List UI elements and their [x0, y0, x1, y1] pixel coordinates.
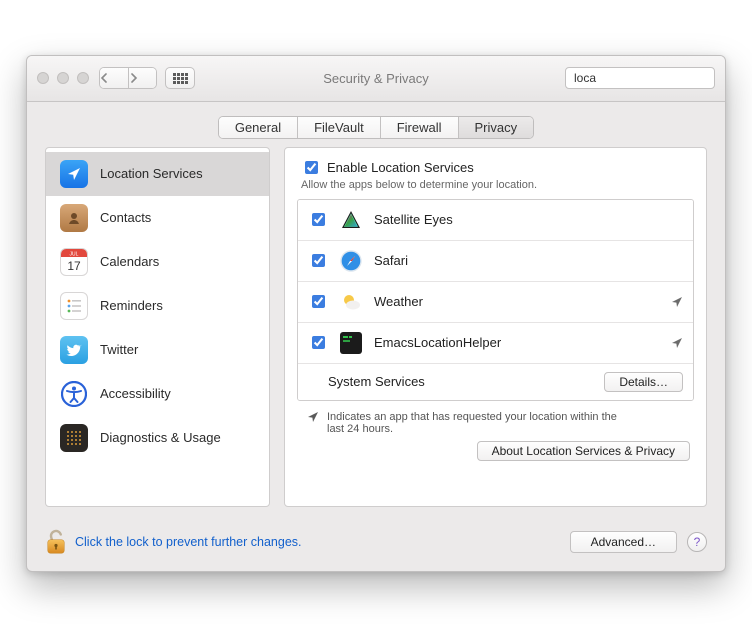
recent-location-hint: Indicates an app that has requested your… — [297, 401, 694, 441]
weather-icon — [338, 289, 364, 315]
nav-back-forward — [99, 67, 157, 89]
location-icon — [60, 160, 88, 188]
back-button[interactable] — [100, 68, 128, 88]
sidebar-item-label: Contacts — [100, 210, 151, 225]
tab-filevault[interactable]: FileVault — [297, 117, 380, 138]
satellite-eyes-icon — [338, 207, 364, 233]
sidebar-item-accessibility[interactable]: Accessibility — [46, 372, 269, 416]
system-services-row: System Services Details… — [298, 364, 693, 400]
sidebar-item-label: Diagnostics & Usage — [100, 430, 221, 445]
tabs-row: General FileVault Firewall Privacy — [27, 102, 725, 147]
sidebar-item-contacts[interactable]: Contacts — [46, 196, 269, 240]
content: Location Services Contacts JUL 17 Calenda… — [27, 147, 725, 519]
lock-text: Click the lock to prevent further change… — [75, 535, 302, 549]
grid-icon — [173, 73, 188, 84]
sidebar-item-location-services[interactable]: Location Services — [46, 152, 269, 196]
location-services-pane: Enable Location Services Allow the apps … — [284, 147, 707, 507]
diagnostics-icon — [60, 424, 88, 452]
forward-button[interactable] — [128, 68, 156, 88]
sidebar-item-label: Calendars — [100, 254, 159, 269]
enable-location-subtext: Allow the apps below to determine your l… — [301, 179, 694, 191]
safari-icon — [338, 248, 364, 274]
system-services-label: System Services — [308, 374, 425, 389]
enable-location-label: Enable Location Services — [327, 160, 474, 175]
hint-text: Indicates an app that has requested your… — [327, 411, 627, 435]
search-input[interactable] — [572, 70, 726, 86]
about-location-button[interactable]: About Location Services & Privacy — [477, 441, 690, 461]
recent-location-indicator-icon — [671, 296, 683, 308]
preferences-window: Security & Privacy General FileVault Fir… — [26, 55, 726, 572]
lock-open-icon — [45, 529, 67, 555]
app-checkbox[interactable] — [312, 295, 325, 308]
app-checkbox[interactable] — [312, 213, 325, 226]
svg-text:17: 17 — [67, 259, 81, 273]
footer: Click the lock to prevent further change… — [27, 519, 725, 571]
app-list: Satellite Eyes Safari Weather — [297, 199, 694, 401]
tab-firewall[interactable]: Firewall — [380, 117, 458, 138]
enable-location-checkbox[interactable] — [305, 161, 318, 174]
app-row-safari: Safari — [298, 241, 693, 282]
sidebar-item-label: Accessibility — [100, 386, 171, 401]
contacts-icon — [60, 204, 88, 232]
svg-text:JUL: JUL — [70, 251, 79, 257]
app-name: Safari — [374, 253, 408, 268]
zoom-window-button[interactable] — [77, 72, 89, 84]
app-checkbox[interactable] — [312, 254, 325, 267]
lock-row[interactable]: Click the lock to prevent further change… — [45, 529, 302, 555]
app-row-weather: Weather — [298, 282, 693, 323]
chevron-left-icon — [100, 73, 109, 83]
help-button[interactable]: ? — [687, 532, 707, 552]
tabs: General FileVault Firewall Privacy — [218, 116, 534, 139]
sidebar-item-label: Location Services — [100, 166, 203, 181]
sidebar-item-diagnostics[interactable]: Diagnostics & Usage — [46, 416, 269, 460]
sidebar-item-reminders[interactable]: Reminders — [46, 284, 269, 328]
location-arrow-icon — [307, 411, 319, 423]
window-controls — [37, 72, 89, 84]
app-name: EmacsLocationHelper — [374, 335, 501, 350]
minimize-window-button[interactable] — [57, 72, 69, 84]
sidebar-item-twitter[interactable]: Twitter — [46, 328, 269, 372]
app-name: Satellite Eyes — [374, 212, 453, 227]
app-name: Weather — [374, 294, 423, 309]
app-checkbox[interactable] — [312, 336, 325, 349]
tab-general[interactable]: General — [219, 117, 297, 138]
search-field[interactable] — [565, 67, 715, 89]
close-window-button[interactable] — [37, 72, 49, 84]
sidebar-item-label: Reminders — [100, 298, 163, 313]
app-row-satellite-eyes: Satellite Eyes — [298, 200, 693, 241]
enable-location-row[interactable]: Enable Location Services — [297, 158, 694, 177]
sidebar-item-label: Twitter — [100, 342, 138, 357]
privacy-sidebar: Location Services Contacts JUL 17 Calenda… — [45, 147, 270, 507]
emacs-icon — [338, 330, 364, 356]
recent-location-indicator-icon — [671, 337, 683, 349]
tab-privacy[interactable]: Privacy — [458, 117, 534, 138]
reminders-icon — [60, 292, 88, 320]
sidebar-item-calendars[interactable]: JUL 17 Calendars — [46, 240, 269, 284]
app-row-emacslocationhelper: EmacsLocationHelper — [298, 323, 693, 364]
twitter-icon — [60, 336, 88, 364]
show-all-button[interactable] — [165, 67, 195, 89]
advanced-button[interactable]: Advanced… — [570, 531, 677, 553]
details-button[interactable]: Details… — [604, 372, 683, 392]
chevron-right-icon — [129, 73, 138, 83]
calendar-icon: JUL 17 — [60, 248, 88, 276]
accessibility-icon — [60, 380, 88, 408]
titlebar: Security & Privacy — [27, 56, 725, 102]
